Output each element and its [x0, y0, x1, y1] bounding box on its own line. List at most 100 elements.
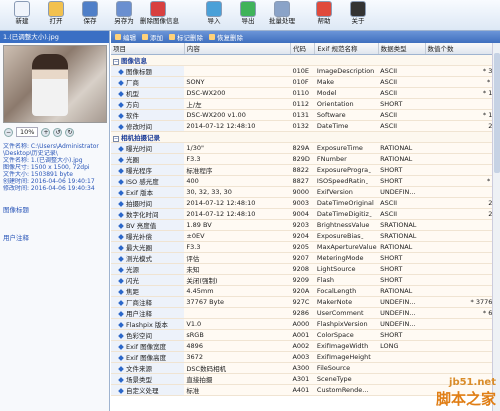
table-row[interactable]: 色彩空间 sRGBA001ColorSpaceSHORT1	[111, 329, 500, 341]
cell-n: 20	[425, 208, 500, 220]
tag-label: 最大光圈	[126, 243, 152, 252]
table-row[interactable]: 方向 上/左0112OrientationSHORT1	[111, 98, 500, 110]
about-button[interactable]: 关于	[340, 1, 376, 31]
cell-k: 光源	[111, 263, 185, 275]
new-icon	[14, 1, 30, 17]
table-row[interactable]: 文件来源 DSC数码相机 A300 FileSource	[111, 362, 500, 374]
cell-e: Model	[314, 87, 379, 99]
table-row[interactable]: 最大光圈 F3.39205MaxApertureValueRATIONAL1	[111, 241, 500, 253]
column-header[interactable]: 数据类型	[378, 43, 426, 55]
subtab-label: 添加	[150, 34, 163, 42]
tag-label: 软件	[126, 111, 139, 120]
image-thumbnail[interactable]	[3, 45, 107, 123]
zoom-in-icon[interactable]: +	[41, 127, 51, 137]
tag-label: 色彩空间	[126, 331, 152, 340]
help-button-label: 帮助	[317, 17, 331, 25]
cell-v: F3.3	[184, 153, 291, 165]
table-row[interactable]: 测光模式 评估9207MeteringModeSHORT1	[111, 252, 500, 264]
tag-label: 自定义处理	[126, 386, 159, 395]
table-row[interactable]: ISO 感光度 4008827ISOSpeedRatinˍSHORT* 1	[111, 175, 500, 187]
table-row[interactable]: Exif 图像宽度 4896A002ExifImageWidthLONG1	[111, 340, 500, 352]
cell-n	[425, 351, 500, 363]
tag-label: 曝光时间	[126, 144, 152, 153]
table-row[interactable]: 曝光程序 标准程序8822ExposurePrograˍSHORT1	[111, 164, 500, 176]
table-row[interactable]: 光源 未知9208LightSourceSHORT1	[111, 263, 500, 275]
table-row[interactable]: 用户注释 9286 UserComment UNDEFIN... * 64	[111, 307, 500, 319]
tag-icon	[118, 145, 124, 152]
file-tab[interactable]: 1.(已调整大小).jpg	[0, 31, 109, 43]
table-row[interactable]: 数字化时间 2014-07-12 12:48:10 9004 DateTimeDigi…	[111, 208, 500, 220]
cell-n: * 64	[425, 307, 500, 319]
table-row[interactable]: 闪光 关闭(强制)9209FlashSHORT1	[111, 274, 500, 286]
cell-c: 920A	[290, 285, 315, 297]
cell-e: Make	[314, 76, 379, 88]
help-button[interactable]: 帮助	[306, 1, 342, 31]
save-as-button[interactable]: 另存为	[106, 1, 142, 31]
table-row[interactable]: 曝光补偿 ±0EV9204ExposureBiasˍSRATIONAL1	[111, 230, 500, 242]
table-row[interactable]: 曝光时间 1/30"829AExposureTimeRATIONAL1	[111, 142, 500, 154]
column-header[interactable]: 项目	[111, 43, 185, 55]
group-row[interactable]: − 图像信息	[111, 54, 500, 66]
zoom-level[interactable]: 10%	[16, 127, 39, 137]
column-header[interactable]: 内容	[184, 43, 291, 55]
new-button[interactable]: 新建	[4, 1, 40, 31]
cell-e: FNumber	[314, 153, 379, 165]
cell-n: 1	[425, 263, 500, 275]
watermark-url: jb51.net	[449, 377, 496, 388]
zoom-out-icon[interactable]: −	[4, 127, 13, 137]
cell-v: 未知	[184, 263, 291, 275]
tag-icon	[118, 156, 124, 163]
cell-e: MakerNote	[314, 296, 379, 308]
table-row[interactable]: 图像标题 010E ImageDescription ASCII * 32	[111, 65, 500, 77]
table-row[interactable]: 修改时间 2014-07-12 12:48:10 0132 DateTime ASCII…	[111, 120, 500, 132]
left-panel: 1.(已调整大小).jpg − 10% + ↺ ↻ 文件名称: C:\Users…	[0, 31, 110, 411]
table-row[interactable]: BV 亮度值 1.89 BV 9203 BrightnessValue SRATIONA…	[111, 219, 500, 231]
tag-icon	[118, 310, 124, 317]
table-row[interactable]: 光圈 F3.3829DFNumberRATIONAL1	[111, 153, 500, 165]
group-row[interactable]: − 相机拍摄记录	[111, 131, 500, 143]
tag-label: 用户注释	[126, 309, 152, 318]
cell-c: 0112	[290, 98, 315, 110]
collapse-icon[interactable]: −	[113, 58, 119, 64]
cell-n: 20	[425, 197, 500, 209]
tag-icon	[118, 277, 124, 284]
column-header[interactable]: Exif 规范名称	[314, 43, 379, 55]
rotate-right-icon[interactable]: ↻	[65, 127, 75, 137]
table-row[interactable]: 焦距 4.45mm920AFocalLengthRATIONAL1	[111, 285, 500, 297]
table-row[interactable]: 厂商注释 37767 Byte 927C MakerNote UNDEFIN... * 3…	[111, 296, 500, 308]
edit-toolbar: 编辑 添加 标记删除 恢复删除	[111, 31, 500, 43]
rotate-left-icon[interactable]: ↺	[53, 127, 63, 137]
subtab-0[interactable]: 编辑	[115, 32, 136, 42]
import-button[interactable]: 导入	[196, 1, 232, 31]
cell-c: 0110	[290, 87, 315, 99]
batch-button[interactable]: 批量处理	[264, 1, 300, 31]
save-button[interactable]: 保存	[72, 1, 108, 31]
vertical-scrollbar[interactable]	[492, 43, 500, 411]
cell-c: 8827	[290, 175, 315, 187]
open-button[interactable]: 打开	[38, 1, 74, 31]
cell-k: 图像标题	[111, 65, 185, 77]
cell-c: 010E	[290, 65, 315, 77]
table-row[interactable]: 拍摄时间 2014-07-12 12:48:10 9003 DateTimeOrigi…	[111, 197, 500, 209]
cell-e: FlashpixVersion	[314, 318, 379, 330]
collapse-icon[interactable]: −	[113, 135, 119, 141]
cell-t: SHORT	[378, 164, 426, 176]
subtab-2[interactable]: 标记删除	[169, 32, 203, 42]
subtab-1[interactable]: 添加	[142, 32, 163, 42]
table-row[interactable]: 厂商 SONY010FMakeASCII* 5	[111, 76, 500, 88]
column-header[interactable]: 代码	[290, 43, 316, 55]
cell-c: 9208	[290, 263, 315, 275]
export-button[interactable]: 导出	[230, 1, 266, 31]
table-row[interactable]: Flashpix 版本 V1.0 A000 FlashpixVersion UNDEFI…	[111, 318, 500, 330]
table-row[interactable]: Exif 版本 30, 32, 33, 30 9000 ExifVersion UNDE…	[111, 186, 500, 198]
table-row[interactable]: Exif 图像高度 3672 A003 ExifImageHeight	[111, 351, 500, 363]
cell-t: SHORT	[378, 263, 426, 275]
tag-icon	[118, 321, 124, 328]
subtab-3[interactable]: 恢复删除	[209, 32, 243, 42]
column-header[interactable]: 数值个数	[425, 43, 500, 55]
table-row[interactable]: 软件 DSC-WX200 v1.00 0131 Software ASCII * 16	[111, 109, 500, 121]
tag-label: Exif 图像宽度	[126, 342, 167, 351]
table-row[interactable]: 机型 DSC-WX200 0110 Model ASCII * 10	[111, 87, 500, 99]
delete-image-info-button[interactable]: 删除图像信息	[140, 1, 179, 31]
cell-k: Exif 图像宽度	[111, 340, 185, 352]
